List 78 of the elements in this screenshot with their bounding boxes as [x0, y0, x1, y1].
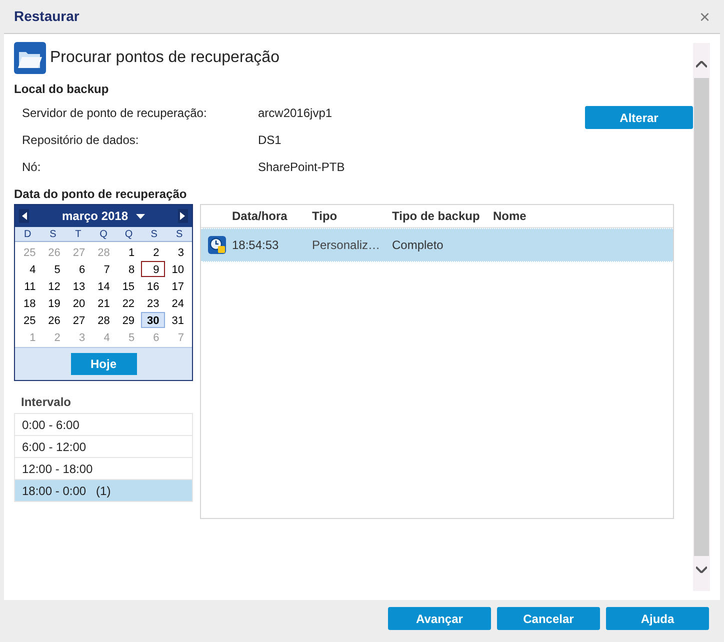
today-button[interactable]: Hoje — [70, 353, 136, 375]
footer-button[interactable]: Avançar — [388, 607, 491, 630]
calendar-day[interactable]: 3 — [165, 244, 190, 260]
footer-button[interactable]: Cancelar — [497, 607, 600, 630]
calendar-day[interactable]: 31 — [165, 312, 190, 328]
calendar-day[interactable]: 24 — [165, 295, 190, 311]
interval-item[interactable]: 6:00 - 12:00 — [14, 436, 193, 458]
calendar-day[interactable]: 8 — [116, 261, 141, 277]
calendar-day[interactable]: 11 — [17, 278, 42, 294]
scroll-down-icon — [696, 566, 707, 573]
field-value: DS1 — [258, 132, 282, 148]
calendar-day[interactable]: 12 — [42, 278, 66, 294]
calendar-day[interactable]: 5 — [42, 261, 66, 277]
folder-icon — [14, 42, 46, 74]
column-header: Nome — [493, 208, 528, 225]
calendar-day[interactable]: 2 — [140, 244, 166, 260]
field-value: SharePoint-PTB — [258, 158, 345, 176]
calendar-day[interactable]: 1 — [116, 244, 141, 260]
table-row[interactable]: 18:54:53 Personaliz… Completo — [201, 228, 673, 262]
calendar-day[interactable]: 16 — [140, 278, 166, 294]
dropdown-arrow-icon — [136, 214, 146, 218]
footer-button[interactable]: Ajuda — [606, 607, 709, 630]
weekday-label: Q — [98, 228, 108, 242]
calendar-day[interactable]: 14 — [91, 278, 116, 294]
calendar-day[interactable]: 23 — [140, 295, 166, 311]
section-title: Local do backup — [14, 81, 110, 98]
close-button[interactable]: × — [699, 8, 710, 26]
calendar-day[interactable]: 25 — [17, 312, 42, 328]
section-title: Data do ponto de recuperação — [14, 186, 188, 203]
calendar-day[interactable]: 10 — [165, 261, 190, 277]
calendar-day[interactable]: 27 — [66, 312, 92, 328]
table-cell-text: Completo — [392, 237, 444, 254]
calendar-day[interactable]: 30 — [140, 312, 166, 328]
interval-heading: Intervalo — [20, 394, 72, 411]
column-header: Data/hora — [232, 208, 288, 225]
backup-clock-icon — [208, 236, 226, 254]
previous-month-button[interactable] — [19, 209, 29, 223]
calendar-day[interactable]: 9 — [140, 261, 166, 277]
right-arrow-icon — [180, 212, 186, 220]
calendar-day[interactable]: 6 — [66, 261, 92, 277]
page-heading: Procurar pontos de recuperação — [50, 48, 280, 68]
column-header: Tipo de backup — [392, 208, 481, 225]
column-header: Tipo — [312, 208, 338, 225]
weekday-label: S — [48, 228, 58, 242]
calendar-day[interactable]: 28 — [91, 312, 116, 328]
interval-item[interactable]: 12:00 - 18:00 — [14, 458, 193, 480]
calendar-day[interactable]: 13 — [66, 278, 92, 294]
field-label: Repositório de dados: — [22, 132, 140, 148]
calendar-day[interactable]: 21 — [91, 295, 116, 311]
scrollbar[interactable] — [693, 43, 710, 591]
calendar-day[interactable]: 20 — [66, 295, 92, 311]
interval-item[interactable]: 18:00 - 0:00 (1) — [14, 480, 193, 502]
scroll-up-icon — [696, 61, 707, 68]
table-cell-text: Personaliz… — [312, 237, 382, 254]
next-month-button[interactable] — [178, 209, 188, 223]
calendar-day[interactable]: 26 — [42, 312, 66, 328]
field-label: Nó: — [22, 158, 42, 176]
left-arrow-icon — [22, 212, 26, 220]
interval-item[interactable]: 0:00 - 6:00 — [14, 414, 193, 436]
calendar-day[interactable]: 29 — [116, 312, 141, 328]
weekday-label: T — [74, 228, 82, 242]
change-button[interactable]: Alterar — [585, 106, 693, 129]
table-cell-text: 18:54:53 — [232, 237, 280, 254]
calendar-day[interactable]: 7 — [91, 261, 116, 277]
field-label: Servidor de ponto de recuperação: — [22, 104, 208, 122]
month-selector[interactable]: março 2018 — [62, 207, 146, 225]
weekday-label: S — [150, 228, 158, 242]
calendar-day[interactable]: 17 — [165, 278, 190, 294]
calendar-day[interactable]: 22 — [116, 295, 141, 311]
weekday-label: D — [23, 228, 32, 242]
window-title: Restaurar — [14, 7, 80, 26]
field-value: arcw2016jvp1 — [258, 104, 332, 122]
calendar-day[interactable]: 4 — [17, 261, 42, 277]
calendar-day[interactable]: 19 — [42, 295, 66, 311]
calendar-day[interactable]: 15 — [116, 278, 141, 294]
weekday-label: S — [175, 228, 184, 242]
weekday-label: Q — [124, 228, 134, 242]
calendar-day[interactable]: 18 — [17, 295, 42, 311]
